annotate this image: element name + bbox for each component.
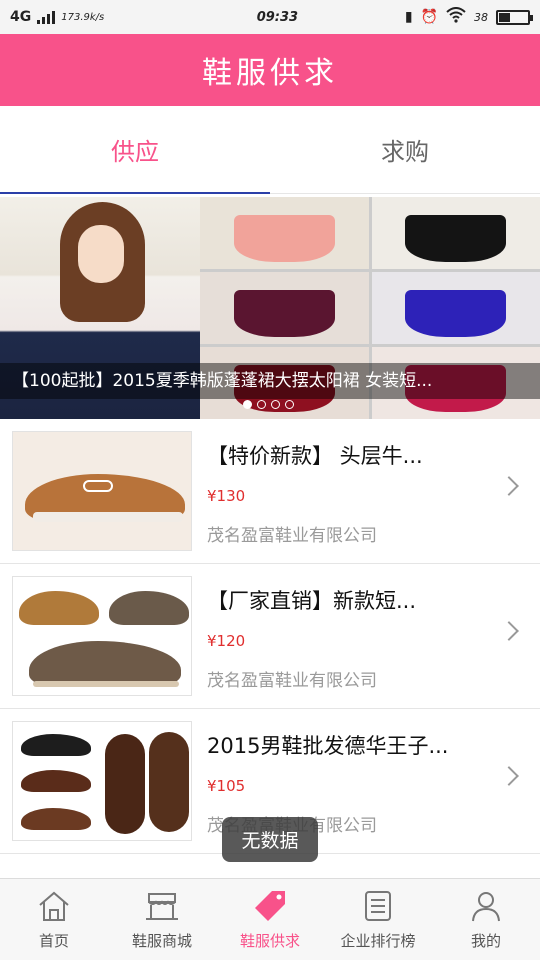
signal-icon (37, 10, 56, 24)
nav-ranking[interactable]: 企业排行榜 (324, 879, 432, 960)
battery-saver-icon: ▮ (404, 9, 413, 25)
product-name: 2015男鞋批发德华王子... (207, 734, 449, 758)
user-icon (472, 892, 500, 922)
carousel-dot[interactable] (285, 400, 294, 409)
app-header: 鞋服供求 (0, 34, 540, 106)
list-item[interactable]: 【特价新款】 头层牛... ¥130 茂名盈富鞋业有限公司 (0, 419, 540, 564)
nav-label: 鞋服供求 (239, 932, 300, 950)
nav-profile[interactable]: 我的 (432, 879, 540, 960)
product-price: ¥130 (207, 486, 246, 505)
nav-label: 我的 (470, 932, 501, 950)
carousel-dots (243, 400, 294, 409)
tag-icon (255, 891, 285, 921)
home-icon (39, 891, 69, 921)
clock: 09:33 (256, 9, 299, 25)
network-type: 4G (10, 9, 32, 25)
list-icon (365, 891, 391, 921)
network-speed: 173.9k/s (61, 11, 105, 23)
product-company: 茂名盈富鞋业有限公司 (207, 526, 377, 546)
product-price: ¥105 (207, 776, 246, 795)
nav-store[interactable]: 鞋服商城 (108, 879, 216, 960)
carousel-dot[interactable] (271, 400, 280, 409)
product-company: 茂名盈富鞋业有限公司 (207, 671, 377, 691)
product-name: 【特价新款】 头层牛... (207, 444, 423, 468)
tab-indicator (0, 192, 270, 194)
battery-percent: 38 (474, 10, 488, 24)
product-image (12, 431, 192, 551)
carousel-dot[interactable] (243, 400, 252, 409)
product-image (12, 576, 192, 696)
product-price: ¥120 (207, 631, 246, 650)
tab-purchase[interactable]: 求购 (270, 106, 540, 193)
nav-home[interactable]: 首页 (0, 879, 108, 960)
battery-icon (496, 9, 533, 25)
list-item[interactable]: 【厂家直销】新款短... ¥120 茂名盈富鞋业有限公司 (0, 564, 540, 709)
tab-bar: 供应 求购 (0, 106, 540, 194)
carousel-dot[interactable] (257, 400, 266, 409)
nav-label: 企业排行榜 (340, 932, 416, 950)
banner-carousel[interactable]: 【100起批】2015夏季韩版蓬蓬裙大摆太阳裙 女装短... (0, 197, 540, 419)
product-name: 【厂家直销】新款短... (207, 589, 417, 613)
bottom-nav: 首页 鞋服商城 鞋服供求 企业排行榜 我的 (0, 878, 540, 960)
nav-label: 首页 (38, 932, 69, 950)
status-bar: 4G 173.9k/s 09:33 ▮ ⏰ 38 (0, 0, 540, 34)
alarm-icon: ⏰ (420, 9, 438, 25)
toast-message: 无数据 (222, 817, 318, 862)
wifi-icon (446, 7, 466, 27)
product-image (12, 721, 192, 841)
tab-supply[interactable]: 供应 (0, 106, 270, 193)
product-list: 【特价新款】 头层牛... ¥130 茂名盈富鞋业有限公司 【厂家直销】新款短.… (0, 419, 540, 854)
store-icon (146, 893, 178, 920)
banner-caption: 【100起批】2015夏季韩版蓬蓬裙大摆太阳裙 女装短... (0, 363, 540, 399)
page-title: 鞋服供求 (202, 56, 338, 91)
nav-supply-demand[interactable]: 鞋服供求 (216, 879, 324, 960)
nav-label: 鞋服商城 (131, 932, 192, 950)
